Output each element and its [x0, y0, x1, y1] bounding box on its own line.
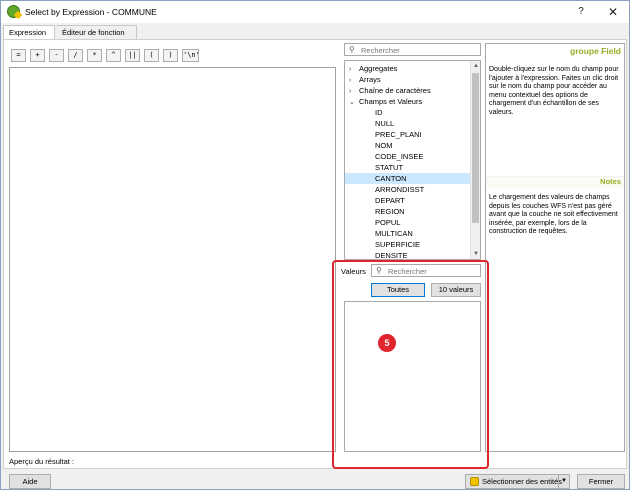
tree-field-item[interactable]: NOM: [345, 140, 470, 151]
tree-field-item[interactable]: PREC_PLANI: [345, 129, 470, 140]
select-features-icon: [470, 477, 479, 486]
help-body: Double-cliquez sur le nom du champ pour …: [489, 66, 619, 116]
window-title: Select by Expression - COMMUNE: [25, 7, 157, 17]
tree-group-aggregates[interactable]: › Aggregates: [345, 63, 470, 74]
notes-title: Notes: [486, 176, 624, 188]
function-tree[interactable]: › Aggregates › Arrays › Chaîne de caractère…: [344, 60, 481, 260]
tree-field-item[interactable]: NULL: [345, 118, 470, 129]
tree-group-fields-values[interactable]: ⌄ Champs et Valeurs: [345, 96, 470, 107]
title-bar[interactable]: Select by Expression - COMMUNE ? ✕: [1, 1, 629, 23]
chevron-down-icon[interactable]: ▼: [558, 475, 569, 488]
select-by-expression-dialog: Select by Expression - COMMUNE ? ✕ Expre…: [0, 0, 630, 490]
tab-expression[interactable]: Expression: [3, 25, 55, 40]
tree-field-item-selected[interactable]: CANTON: [345, 173, 470, 184]
operator-equals-button[interactable]: =: [11, 49, 26, 62]
help-title-button[interactable]: ?: [569, 4, 593, 20]
tree-field-item[interactable]: REGION: [345, 206, 470, 217]
close-window-button[interactable]: ✕: [601, 4, 625, 20]
tree-field-item[interactable]: STATUT: [345, 162, 470, 173]
tree-field-item[interactable]: DEPART: [345, 195, 470, 206]
annotation-highlight-box: [332, 260, 489, 469]
operator-multiply-button[interactable]: *: [87, 49, 102, 62]
tree-field-item[interactable]: ID: [345, 107, 470, 118]
notes-body: Le chargement des valeurs de champs depu…: [489, 194, 618, 235]
tree-field-item[interactable]: ARRONDISST: [345, 184, 470, 195]
tree-field-item[interactable]: CODE_INSEE: [345, 151, 470, 162]
search-icon: ⚲: [349, 45, 355, 54]
help-title: groupe Field: [570, 46, 621, 56]
operator-plus-button[interactable]: +: [30, 49, 45, 62]
tree-field-item[interactable]: POPUL: [345, 217, 470, 228]
operator-open-paren-button[interactable]: (: [144, 49, 159, 62]
functions-search-input[interactable]: ⚲ Rechercher: [344, 43, 481, 56]
tree-group-arrays[interactable]: › Arrays: [345, 74, 470, 85]
operator-newline-button[interactable]: '\n': [182, 49, 200, 62]
scrollbar-thumb[interactable]: [472, 73, 479, 223]
result-preview-label: Aperçu du résultat :: [9, 457, 75, 466]
operator-divide-button[interactable]: /: [68, 49, 83, 62]
tree-field-item[interactable]: DENSITE: [345, 250, 470, 259]
tree-group-strings[interactable]: › Chaîne de caractères: [345, 85, 470, 96]
operator-concat-button[interactable]: ||: [125, 49, 140, 62]
close-button[interactable]: Fermer: [577, 474, 625, 489]
tree-field-item[interactable]: SUPERFICIE: [345, 239, 470, 250]
tab-function-editor[interactable]: Éditeur de fonction: [57, 25, 137, 39]
operator-power-button[interactable]: ^: [106, 49, 121, 62]
select-features-button[interactable]: Sélectionner des entités ▼: [465, 474, 570, 489]
expression-editor[interactable]: [9, 67, 336, 452]
help-panel: groupe Field Double-cliquez sur le nom d…: [485, 43, 625, 452]
tree-scrollbar[interactable]: ▲ ▼: [470, 61, 480, 259]
select-features-label: Sélectionner des entités: [482, 477, 563, 486]
operator-close-paren-button[interactable]: ): [163, 49, 178, 62]
help-button[interactable]: Aide: [9, 474, 51, 489]
operator-minus-button[interactable]: -: [49, 49, 64, 62]
functions-search-placeholder: Rechercher: [361, 46, 400, 55]
annotation-number-badge: 5: [378, 334, 396, 352]
scroll-up-icon[interactable]: ▲: [471, 61, 480, 71]
scroll-down-icon[interactable]: ▼: [471, 249, 480, 259]
tree-field-item[interactable]: MULTICAN: [345, 228, 470, 239]
qgis-icon: [7, 5, 20, 18]
